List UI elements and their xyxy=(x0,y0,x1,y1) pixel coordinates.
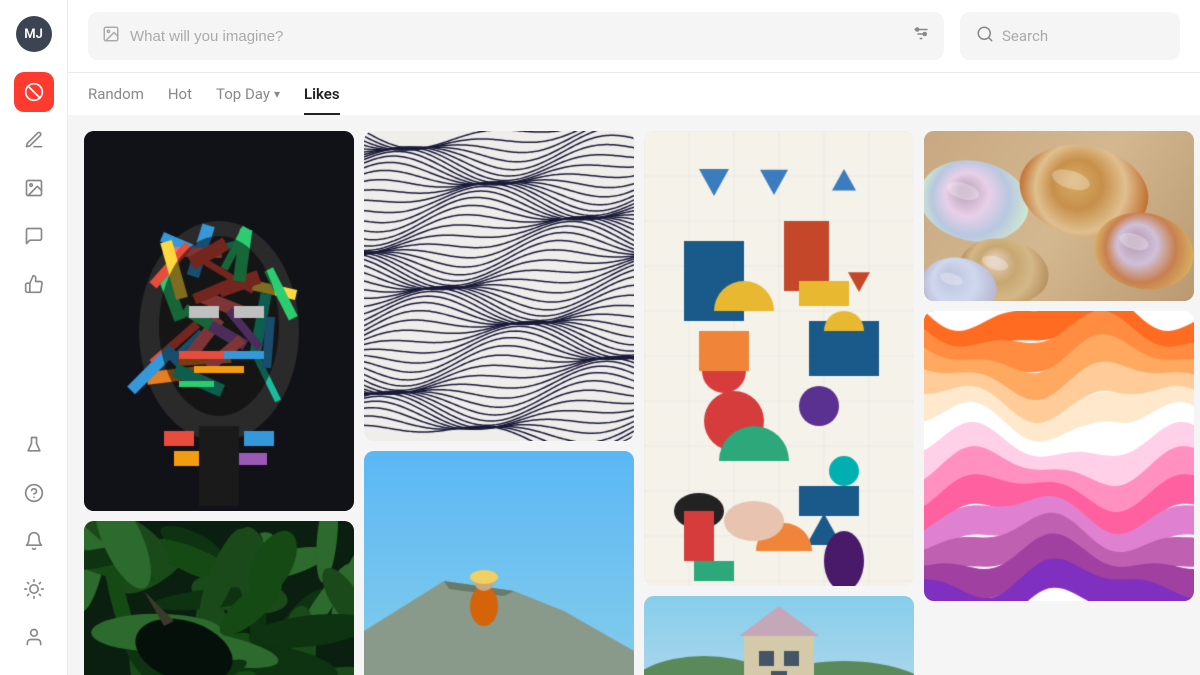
list-item[interactable] xyxy=(364,451,634,675)
gallery-col-3 xyxy=(644,131,914,675)
tab-hot[interactable]: Hot xyxy=(168,85,192,115)
gallery-grid xyxy=(84,131,1184,675)
gallery-col-4 xyxy=(924,131,1194,675)
list-item[interactable] xyxy=(364,131,634,441)
tab-likes[interactable]: Likes xyxy=(304,85,340,115)
list-item[interactable] xyxy=(84,131,354,511)
sidebar-bottom xyxy=(14,423,54,659)
list-item[interactable] xyxy=(924,131,1194,301)
search-icon xyxy=(976,25,994,48)
list-item[interactable] xyxy=(84,521,354,675)
sidebar-item-profile[interactable] xyxy=(14,617,54,657)
search-bar[interactable]: Search xyxy=(960,12,1180,60)
list-item[interactable] xyxy=(644,596,914,675)
sidebar-item-gallery[interactable] xyxy=(14,168,54,208)
tab-top-day[interactable]: Top Day ▾ xyxy=(216,85,280,115)
sidebar-item-lab[interactable] xyxy=(14,425,54,465)
chevron-down-icon: ▾ xyxy=(274,87,280,101)
sidebar-item-discover[interactable] xyxy=(14,72,54,112)
image-icon xyxy=(102,25,120,48)
gallery-col-1 xyxy=(84,131,354,675)
gallery xyxy=(68,115,1200,675)
sidebar-item-likes[interactable] xyxy=(14,264,54,304)
search-placeholder: Search xyxy=(1002,27,1048,45)
sidebar-item-brightness[interactable] xyxy=(14,569,54,609)
sidebar-item-help[interactable] xyxy=(14,473,54,513)
prompt-search-bar[interactable] xyxy=(88,12,944,60)
filter-icon[interactable] xyxy=(912,25,930,48)
avatar[interactable]: MJ xyxy=(16,16,52,52)
sidebar: MJ xyxy=(0,0,68,675)
main-content: Search Random Hot Top Day ▾ Likes xyxy=(68,0,1200,675)
prompt-input[interactable] xyxy=(130,28,902,45)
gallery-col-2 xyxy=(364,131,634,675)
tab-random[interactable]: Random xyxy=(88,85,144,115)
header: Search xyxy=(68,0,1200,73)
sidebar-item-messages[interactable] xyxy=(14,216,54,256)
list-item[interactable] xyxy=(644,131,914,586)
list-item[interactable] xyxy=(924,311,1194,601)
sidebar-item-create[interactable] xyxy=(14,120,54,160)
nav-tabs: Random Hot Top Day ▾ Likes xyxy=(68,73,1200,115)
sidebar-item-notifications[interactable] xyxy=(14,521,54,561)
